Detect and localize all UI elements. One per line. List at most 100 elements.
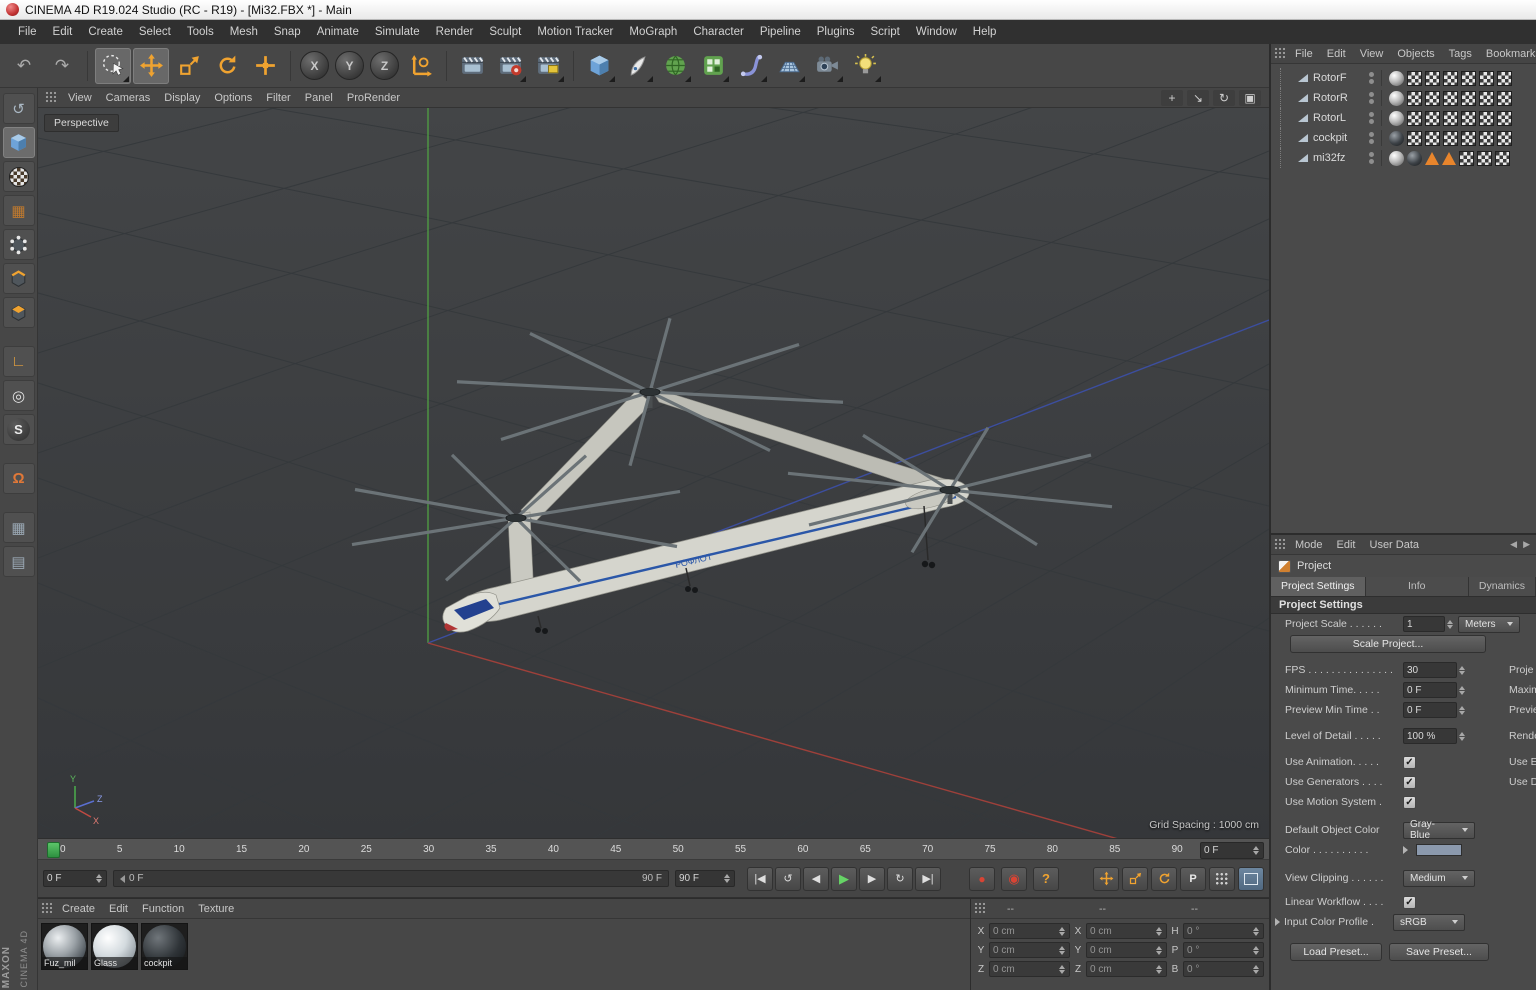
maximize-view-icon[interactable]: ▣: [1239, 89, 1261, 106]
tex-tag[interactable]: [1443, 130, 1458, 146]
range-end-field[interactable]: 90 F: [675, 870, 735, 887]
lock-workplane-icon[interactable]: ▦: [2, 512, 35, 543]
camera-icon[interactable]: [809, 48, 845, 84]
last-tool-icon[interactable]: [247, 48, 283, 84]
mograph-cloner-icon[interactable]: [695, 48, 731, 84]
object-manager-menu-item[interactable]: Edit: [1320, 46, 1353, 62]
redo-button[interactable]: ↷: [44, 48, 80, 84]
pan-view-icon[interactable]: +: [1161, 89, 1183, 106]
tex-tag[interactable]: [1479, 110, 1494, 126]
object-manager-menu-item[interactable]: File: [1288, 46, 1320, 62]
model-mode-icon[interactable]: [2, 127, 35, 158]
menu-item[interactable]: Mesh: [222, 22, 266, 42]
history-forward-icon[interactable]: ▶: [1523, 539, 1530, 550]
tex-tag[interactable]: [1461, 90, 1476, 106]
visibility-toggles[interactable]: [1369, 72, 1374, 84]
project-scale-input[interactable]: 1: [1403, 616, 1445, 632]
workplane-mode-icon[interactable]: ▦: [2, 195, 35, 226]
scale-project-button[interactable]: Scale Project...: [1290, 635, 1486, 653]
dark-tag[interactable]: [1407, 150, 1422, 166]
tex-tag[interactable]: [1407, 90, 1422, 106]
menu-item[interactable]: File: [10, 22, 45, 42]
menu-item[interactable]: Render: [428, 22, 482, 42]
tri-tag[interactable]: [1442, 151, 1456, 165]
tex-tag[interactable]: [1425, 110, 1440, 126]
play-forwards-button[interactable]: ↻: [887, 866, 913, 891]
phong-tag[interactable]: [1389, 90, 1404, 106]
current-frame-marker[interactable]: [47, 842, 60, 858]
tex-tag[interactable]: [1425, 130, 1440, 146]
make-editable-icon[interactable]: ↺: [2, 93, 35, 124]
tab-project-settings[interactable]: Project Settings: [1271, 577, 1366, 596]
spinner-icon[interactable]: [1457, 663, 1466, 677]
history-back-icon[interactable]: ◀: [1510, 539, 1517, 550]
panel-grip-icon[interactable]: [41, 902, 52, 915]
viewport-menu-item[interactable]: Filter: [259, 90, 297, 106]
phong-tag[interactable]: [1389, 110, 1404, 126]
object-name[interactable]: RotorF: [1313, 72, 1365, 84]
menu-item[interactable]: Select: [131, 22, 179, 42]
menu-item[interactable]: Create: [80, 22, 131, 42]
material-thumbnail[interactable]: cockpit: [141, 923, 188, 970]
object-name[interactable]: cockpit: [1313, 132, 1365, 144]
spinner-icon[interactable]: [1057, 943, 1066, 957]
tex-tag[interactable]: [1461, 70, 1476, 86]
color-swatch[interactable]: [1416, 844, 1462, 856]
object-row[interactable]: mi32fz: [1271, 148, 1536, 168]
fps-input[interactable]: 30: [1403, 662, 1457, 678]
spinner-icon[interactable]: [1251, 962, 1260, 976]
menu-item[interactable]: Help: [965, 22, 1005, 42]
viewport-menu-item[interactable]: Panel: [298, 90, 340, 106]
object-manager-menu-item[interactable]: View: [1353, 46, 1391, 62]
undo-button[interactable]: ↶: [6, 48, 42, 84]
menu-item[interactable]: Window: [908, 22, 965, 42]
viewport-menu-item[interactable]: Cameras: [99, 90, 158, 106]
material-thumbnail[interactable]: Glass: [91, 923, 138, 970]
load-preset-button[interactable]: Load Preset...: [1290, 943, 1382, 961]
object-row[interactable]: RotorF: [1271, 68, 1536, 88]
spinner-icon[interactable]: [1251, 943, 1260, 957]
x-axis-lock-icon[interactable]: X: [300, 51, 329, 80]
minimum-time-input[interactable]: 0 F: [1403, 682, 1457, 698]
object-manager-menu-item[interactable]: Tags: [1442, 46, 1479, 62]
coordinate-input[interactable]: 0 cm: [1086, 942, 1167, 958]
tex-tag[interactable]: [1407, 70, 1422, 86]
level-of-detail-input[interactable]: 100 %: [1403, 728, 1457, 744]
tex-tag[interactable]: [1479, 90, 1494, 106]
keyframe-help-button[interactable]: ?: [1033, 866, 1059, 891]
timeline-layout-icon[interactable]: [1238, 866, 1264, 891]
goto-start-button[interactable]: |◀: [747, 866, 773, 891]
linear-workflow-checkbox[interactable]: ✓: [1403, 895, 1416, 909]
key-position-icon[interactable]: [1093, 866, 1119, 891]
render-settings-icon[interactable]: [492, 48, 528, 84]
preview-range-slider[interactable]: 0 F 90 F: [113, 870, 669, 887]
spinner-icon[interactable]: [1457, 729, 1466, 743]
coordinate-input[interactable]: 0 °: [1183, 923, 1264, 939]
object-row[interactable]: RotorL: [1271, 108, 1536, 128]
tex-tag[interactable]: [1495, 150, 1510, 166]
viewport-menu-item[interactable]: Display: [157, 90, 207, 106]
viewport-canvas[interactable]: РОФЛОТ Y Z X: [38, 108, 1269, 838]
enable-axis-icon[interactable]: ∟: [2, 346, 35, 377]
viewport-menu-item[interactable]: ProRender: [340, 90, 407, 106]
coordinate-input[interactable]: 0 cm: [989, 942, 1070, 958]
viewport-solo-icon[interactable]: ◎: [2, 380, 35, 411]
project-scale-unit-dropdown[interactable]: Meters: [1458, 615, 1520, 633]
spinner-icon[interactable]: [1057, 962, 1066, 976]
view-clipping-dropdown[interactable]: Medium: [1403, 869, 1475, 887]
input-color-profile-dropdown[interactable]: sRGB: [1393, 913, 1465, 931]
coordinate-input[interactable]: 0 cm: [989, 961, 1070, 977]
deformer-icon[interactable]: [733, 48, 769, 84]
tex-tag[interactable]: [1497, 90, 1512, 106]
previous-frame-button[interactable]: ◀: [803, 866, 829, 891]
viewport-menu-item[interactable]: View: [61, 90, 99, 106]
visibility-toggles[interactable]: [1369, 112, 1374, 124]
play-button[interactable]: ▶: [831, 866, 857, 891]
panel-grip-icon[interactable]: [45, 91, 56, 104]
save-preset-button[interactable]: Save Preset...: [1389, 943, 1489, 961]
key-parameter-icon[interactable]: P: [1180, 866, 1206, 891]
texture-mode-icon[interactable]: [2, 161, 35, 192]
visibility-toggles[interactable]: [1369, 132, 1374, 144]
coordinate-input[interactable]: 0 °: [1183, 961, 1264, 977]
keyframe-selection-icon[interactable]: [1209, 866, 1235, 891]
